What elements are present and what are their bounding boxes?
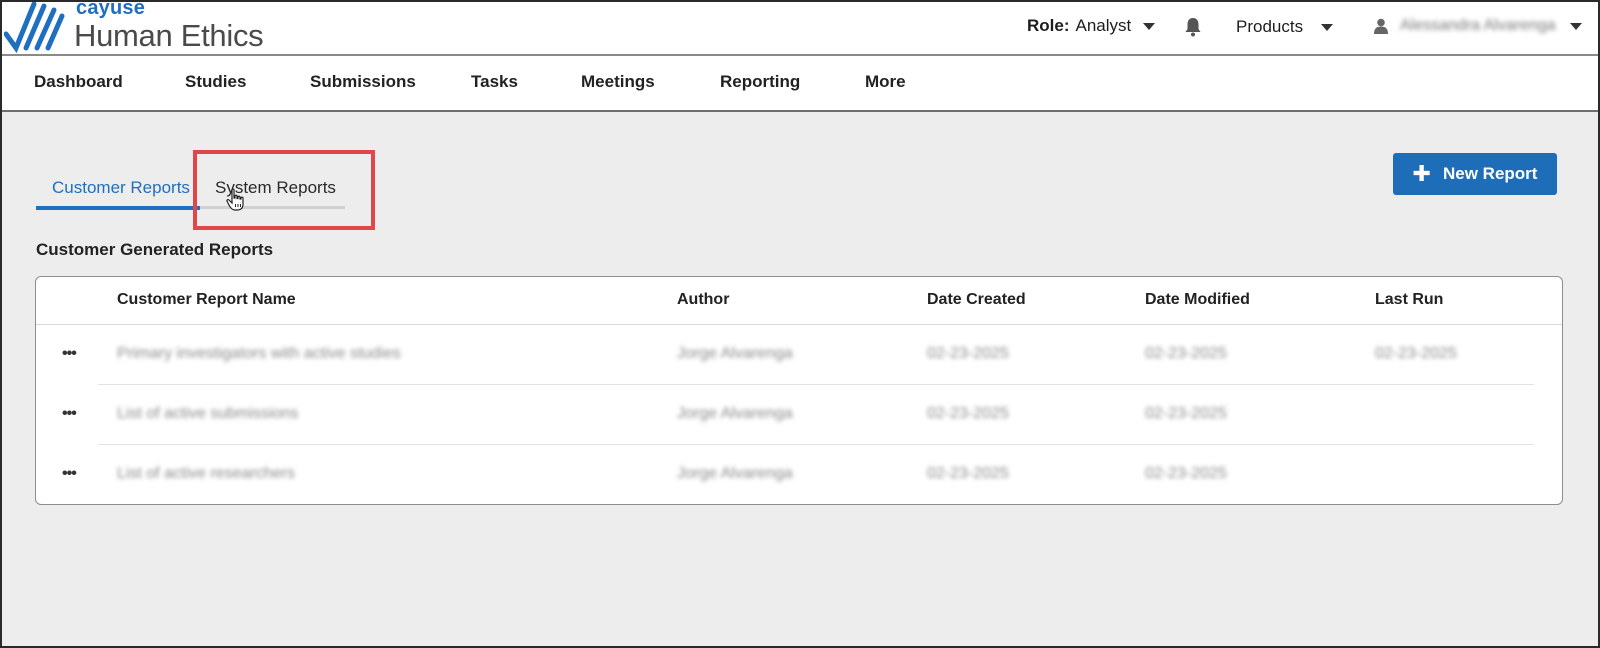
report-author: Jorge Alvarenga bbox=[677, 465, 793, 482]
report-date-modified: 02-23-2025 bbox=[1145, 345, 1227, 362]
column-header-author[interactable]: Author bbox=[677, 291, 729, 309]
report-name[interactable]: List of active submissions bbox=[117, 405, 298, 423]
bell-icon[interactable] bbox=[1184, 17, 1202, 37]
nav-submissions[interactable]: Submissions bbox=[310, 72, 416, 92]
table-row[interactable]: ••• List of active researchers Jorge Alv… bbox=[36, 445, 1562, 504]
report-name[interactable]: Primary investigators with active studie… bbox=[117, 345, 401, 363]
plus-icon: ✚ bbox=[1412, 161, 1431, 186]
main-nav: Dashboard Studies Submissions Tasks Meet… bbox=[0, 56, 1600, 112]
tab-customer-reports[interactable]: Customer Reports bbox=[52, 178, 190, 198]
role-selector[interactable]: Role: Analyst bbox=[1027, 16, 1156, 36]
new-report-label: New Report bbox=[1442, 164, 1538, 183]
brand-name: cayuse bbox=[76, 0, 146, 19]
column-header-last-run[interactable]: Last Run bbox=[1375, 291, 1443, 309]
row-actions-menu[interactable]: ••• bbox=[62, 465, 77, 483]
nav-dashboard[interactable]: Dashboard bbox=[34, 72, 123, 92]
row-actions-menu[interactable]: ••• bbox=[62, 345, 77, 363]
report-date-created: 02-23-2025 bbox=[927, 405, 1009, 422]
column-header-date-created[interactable]: Date Created bbox=[927, 291, 1026, 309]
report-date-modified: 02-23-2025 bbox=[1145, 465, 1227, 482]
role-value: Analyst bbox=[1075, 16, 1132, 35]
column-header-name[interactable]: Customer Report Name bbox=[117, 291, 296, 309]
nav-tasks[interactable]: Tasks bbox=[471, 72, 518, 92]
table-row[interactable]: ••• List of active submissions Jorge Alv… bbox=[36, 385, 1562, 445]
caret-down-icon bbox=[1143, 22, 1156, 30]
report-date-modified: 02-23-2025 bbox=[1145, 405, 1227, 422]
nav-studies[interactable]: Studies bbox=[185, 72, 246, 92]
user-name: Alessandra Alvarenga bbox=[1400, 17, 1556, 34]
reports-table: Customer Report Name Author Date Created… bbox=[35, 276, 1563, 505]
column-header-date-modified[interactable]: Date Modified bbox=[1145, 291, 1250, 309]
report-author: Jorge Alvarenga bbox=[677, 345, 793, 362]
cayuse-logo[interactable]: cayuse Human Ethics bbox=[4, 0, 266, 54]
section-title: Customer Generated Reports bbox=[36, 240, 274, 259]
report-date-created: 02-23-2025 bbox=[927, 345, 1009, 362]
report-author: Jorge Alvarenga bbox=[677, 405, 793, 422]
highlight-box bbox=[193, 150, 375, 230]
role-label: Role: bbox=[1027, 16, 1070, 35]
products-label: Products bbox=[1236, 17, 1304, 36]
caret-down-icon bbox=[1569, 22, 1582, 30]
new-report-button[interactable]: ✚ New Report bbox=[1393, 153, 1557, 195]
active-tab-indicator bbox=[36, 206, 200, 210]
caret-down-icon bbox=[1321, 23, 1334, 31]
row-actions-menu[interactable]: ••• bbox=[62, 405, 77, 423]
top-header: cayuse Human Ethics Role: Analyst Produc… bbox=[0, 0, 1600, 56]
report-name[interactable]: List of active researchers bbox=[117, 465, 295, 483]
hand-pointer-icon bbox=[226, 188, 244, 211]
report-last-run: 02-23-2025 bbox=[1375, 345, 1457, 362]
user-icon bbox=[1374, 18, 1388, 34]
report-date-created: 02-23-2025 bbox=[927, 465, 1009, 482]
product-name: Human Ethics bbox=[74, 18, 264, 53]
nav-more[interactable]: More bbox=[865, 72, 906, 92]
table-header: Customer Report Name Author Date Created… bbox=[36, 277, 1562, 325]
products-menu[interactable]: Products bbox=[1236, 17, 1334, 37]
nav-reporting[interactable]: Reporting bbox=[720, 72, 800, 92]
nav-meetings[interactable]: Meetings bbox=[581, 72, 655, 92]
user-menu[interactable]: Alessandra Alvarenga bbox=[1374, 17, 1582, 35]
table-row[interactable]: ••• Primary investigators with active st… bbox=[36, 325, 1562, 385]
cayuse-checkmark-logo-icon bbox=[4, 1, 65, 54]
